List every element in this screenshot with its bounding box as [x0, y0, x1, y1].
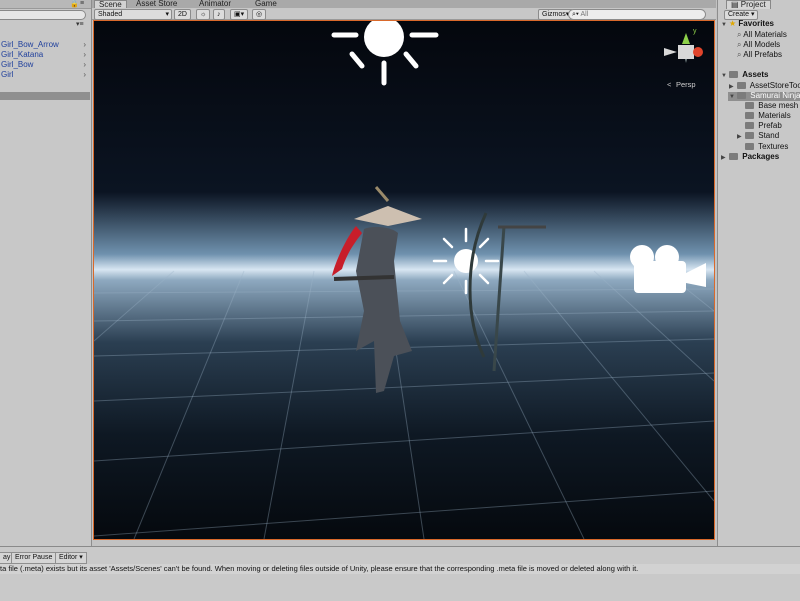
chevron-right-icon[interactable]: › [83, 50, 86, 60]
folder-icon: ▤ [731, 0, 739, 9]
samurai-child-label: Textures [758, 142, 789, 151]
chevron-right-icon: ▶ [737, 134, 742, 140]
favorites-item-label: All Models [743, 40, 781, 49]
scene-toolbar: Shaded ▾ 2D ☼ ♪ ▣▾ ◎ Gizmos ▾ ⌕▾ All [92, 8, 716, 20]
folder-icon [737, 82, 746, 89]
hierarchy-item[interactable]: Girl › [0, 70, 90, 80]
search-icon: ⌕ [737, 50, 742, 59]
folder-icon [745, 102, 754, 109]
assets-item-label: AssetStoreToo [749, 81, 800, 90]
chevron-right-icon[interactable]: › [83, 60, 86, 70]
hierarchy-item-label: Girl_Bow_Arrow [1, 40, 59, 49]
favorites-item[interactable]: ⌕ All Prefabs [737, 50, 782, 60]
projection-label[interactable]: Persp [676, 80, 696, 89]
toggle-2d-button[interactable]: 2D [174, 9, 191, 20]
assets-item-label: Samurai Ninja [750, 91, 800, 100]
audio-toggle-icon[interactable]: ♪ [213, 9, 225, 20]
chevron-right-icon: ▶ [721, 155, 726, 161]
hierarchy-item-label: Girl_Bow [1, 60, 34, 69]
tab-game[interactable]: Game [251, 0, 281, 8]
gizmo-y-label: y [693, 28, 697, 35]
favorites-item-label: All Materials [743, 30, 787, 39]
hierarchy-search-input[interactable] [0, 10, 86, 20]
search-icon: ⌕ [737, 40, 742, 49]
scene-render: y Persp < [94, 21, 714, 539]
search-icon: ⌕ [737, 30, 742, 39]
chevron-right-icon[interactable]: › [83, 70, 86, 80]
hierarchy-item[interactable]: Girl_Bow › [0, 60, 90, 70]
favorites-item[interactable]: ⌕ All Models [737, 40, 780, 50]
packages-label: Packages [742, 152, 780, 161]
menu-icon[interactable]: ≡ [80, 0, 84, 7]
folder-icon [745, 112, 754, 119]
samurai-child-label: Prefab [758, 121, 782, 130]
favorites-item-label: All Prefabs [743, 50, 782, 59]
hierarchy-item-label: Girl_Katana [1, 50, 44, 59]
chevron-right-icon[interactable]: › [83, 40, 86, 50]
samurai-child-item[interactable]: Base mesh [745, 101, 798, 111]
draw-mode-label: Shaded [98, 11, 123, 18]
hierarchy-item[interactable]: Girl_Katana › [0, 50, 90, 60]
lock-icon[interactable]: 🔒 [70, 0, 79, 8]
chevron-down-icon: ▼ [721, 22, 727, 28]
editor-label: Editor [59, 554, 78, 561]
folder-icon [737, 92, 746, 99]
hierarchy-selected-row[interactable] [0, 92, 90, 100]
samurai-child-item[interactable]: Prefab [745, 121, 782, 131]
create-label: Create [728, 11, 750, 18]
project-tab-label: Project [740, 0, 766, 9]
samurai-child-item[interactable]: Materials [745, 111, 791, 121]
samurai-child-item[interactable]: Textures [745, 142, 788, 152]
assets-item[interactable]: ▶ AssetStoreToo [729, 81, 800, 91]
tab-project[interactable]: ▤ Project [726, 0, 771, 9]
samurai-child-item[interactable]: ▶ Stand [737, 131, 779, 141]
search-icon: ⌕▾ [572, 11, 579, 18]
hierarchy-panel: 🔒 ≡ ▾≡ Girl_Bow_Arrow › Girl_Katana › Gi… [0, 0, 92, 546]
hierarchy-item-label: Girl [1, 70, 14, 79]
projection-icon: < [667, 80, 672, 89]
hierarchy-item[interactable]: Girl_Bow_Arrow › [0, 40, 90, 50]
favorites-item[interactable]: ⌕ All Materials [737, 30, 787, 40]
point-light-icon [432, 227, 500, 295]
create-dropdown-icon[interactable]: ▾≡ [76, 20, 84, 28]
samurai-child-label: Base mesh [758, 101, 799, 110]
tab-animator[interactable]: Animator [195, 0, 235, 8]
gizmos-label: Gizmos [542, 11, 566, 18]
folder-icon [745, 122, 754, 129]
star-icon: ★ [729, 19, 737, 28]
chevron-down-icon: ▾ [165, 11, 169, 18]
scene-search-input[interactable]: ⌕▾ All [568, 9, 706, 20]
assets-label: Assets [742, 70, 769, 79]
draw-mode-dropdown[interactable]: Shaded ▾ [94, 9, 172, 20]
chevron-down-icon: ▼ [721, 73, 727, 79]
samurai-child-label: Stand [758, 131, 780, 140]
effects-toggle-icon[interactable]: ▣▾ [230, 9, 249, 20]
search-placeholder: All [580, 11, 589, 18]
console-detail-area[interactable] [0, 576, 800, 600]
folder-icon [745, 143, 754, 150]
editor-target-dropdown[interactable]: Editor ▾ [55, 552, 87, 564]
project-favorites-header[interactable]: ▼ ★ Favorites [721, 19, 774, 29]
project-packages-header[interactable]: ▶ Packages [721, 152, 779, 162]
tab-asset-store[interactable]: Asset Store [132, 0, 181, 8]
samurai-child-label: Materials [758, 111, 791, 120]
project-assets-header[interactable]: ▼ Assets [721, 70, 768, 80]
error-pause-toggle[interactable]: Error Pause [11, 552, 57, 564]
assets-item[interactable]: ▼ Samurai Ninja [729, 91, 800, 101]
lighting-toggle-icon[interactable]: ☼ [196, 9, 211, 20]
folder-icon [745, 132, 754, 139]
favorites-label: Favorites [738, 19, 774, 28]
console-message[interactable]: ta file (.meta) exists but its asset 'As… [0, 564, 800, 574]
scene-viewport[interactable]: y Persp < [93, 20, 715, 540]
folder-icon [729, 71, 738, 78]
folder-icon [729, 153, 738, 160]
chevron-down-icon: ▼ [729, 94, 735, 100]
layers-toggle-icon[interactable]: ◎ [252, 9, 267, 20]
scene-tab-bar: Scene Asset Store Animator Game [92, 0, 716, 9]
